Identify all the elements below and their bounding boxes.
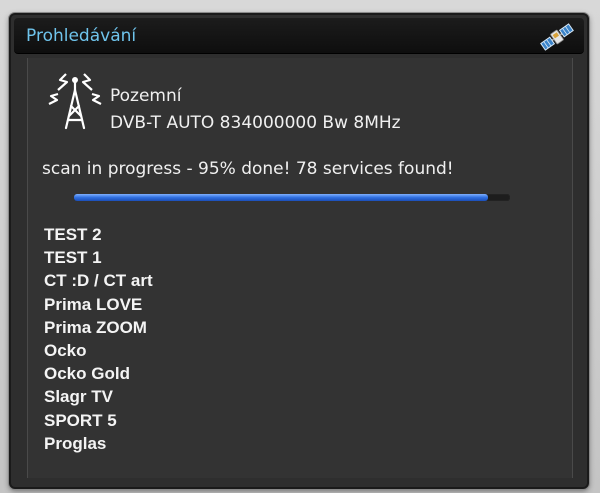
service-list-item: Prima LOVE xyxy=(44,294,143,314)
scan-window: Prohledávání Pozemní DVB-T AUTO 83400000… xyxy=(9,13,589,489)
service-list-item: CT :D / CT art xyxy=(44,271,153,291)
scan-status-text: scan in progress - 95% done! 78 services… xyxy=(42,159,454,179)
title-bar: Prohledávání xyxy=(14,18,584,54)
scan-progress-bar xyxy=(74,194,510,201)
service-list-item: Ocko xyxy=(44,341,87,361)
scan-progress-fill xyxy=(74,194,489,201)
service-list-item: Slagr TV xyxy=(44,387,113,407)
found-services-list: TEST 2 TEST 1 CT :D / CT art Prima LOVE Prim… xyxy=(44,223,153,455)
satellite-icon xyxy=(540,23,574,51)
service-list-item: Ocko Gold xyxy=(44,364,130,384)
service-list-item: Prima ZOOM xyxy=(44,317,147,337)
window-title: Prohledávání xyxy=(26,26,137,46)
transponder-info: DVB-T AUTO 834000000 Bw 8MHz xyxy=(110,113,401,133)
antenna-tower-icon xyxy=(48,73,102,130)
scan-content: Pozemní DVB-T AUTO 834000000 Bw 8MHz sca… xyxy=(27,58,573,478)
service-list-item: TEST 1 xyxy=(44,248,102,268)
service-list-item: TEST 2 xyxy=(44,225,102,244)
service-list-item: Proglas xyxy=(44,433,107,453)
signal-source-label: Pozemní xyxy=(110,86,182,106)
service-list-item: SPORT 5 xyxy=(44,410,117,430)
